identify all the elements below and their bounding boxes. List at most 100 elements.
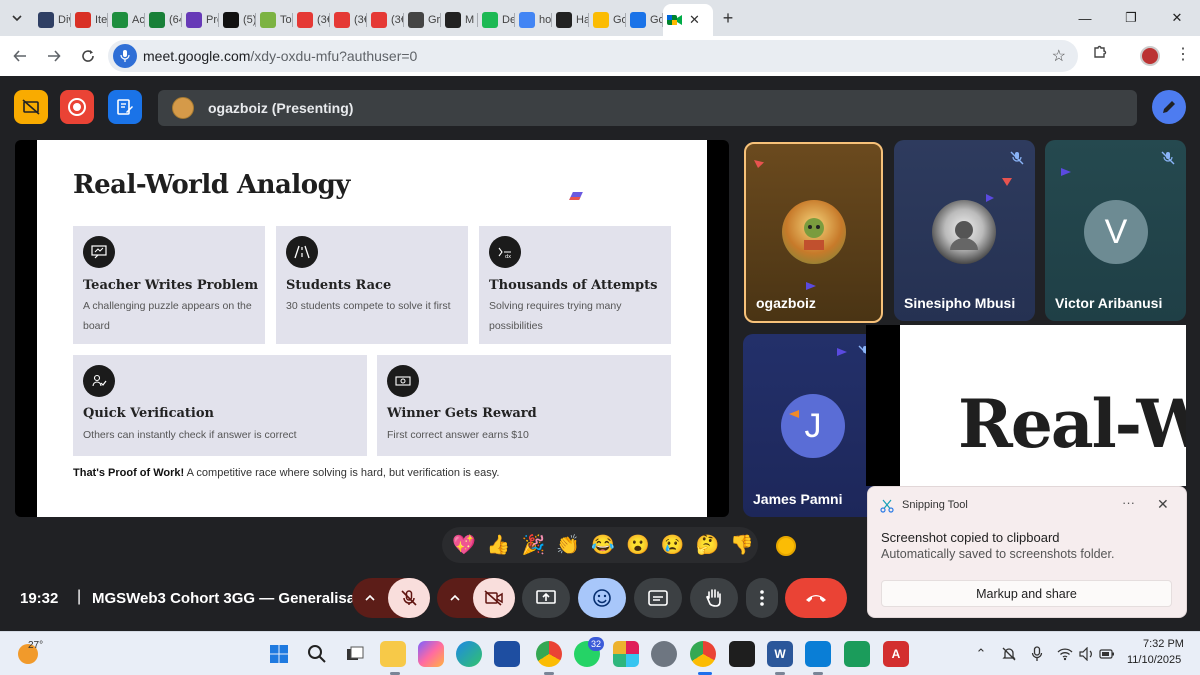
edge-icon[interactable] <box>456 641 482 667</box>
more-options-button[interactable] <box>746 578 778 618</box>
settings-gear-icon[interactable] <box>651 641 677 667</box>
profile-avatar[interactable] <box>1140 46 1160 66</box>
captions-button[interactable] <box>634 578 682 618</box>
reload-button[interactable] <box>72 40 104 72</box>
reaction-emoji[interactable]: 🎉 <box>518 530 550 560</box>
camera-options-button[interactable] <box>437 594 473 602</box>
browser-tab[interactable]: Ite <box>71 6 108 34</box>
preview-slide-text: Real-W <box>958 385 1186 463</box>
chrome-icon[interactable] <box>536 641 562 667</box>
participant-tile-ogazboiz[interactable]: ogazboiz <box>744 142 883 323</box>
tab-label: (3€ <box>317 14 330 26</box>
browser-tab[interactable]: (3€ <box>330 6 367 34</box>
battery-icon[interactable] <box>1098 645 1116 663</box>
tab-label: (3€ <box>391 14 404 26</box>
browser-tab[interactable]: (64 <box>145 6 182 34</box>
copilot-icon[interactable] <box>418 641 444 667</box>
discord-icon <box>38 12 54 28</box>
browser-tab[interactable]: (3€ <box>293 6 330 34</box>
browser-tab[interactable]: (5) <box>219 6 256 34</box>
reload-icon <box>82 50 94 62</box>
participant-tile-james[interactable]: J James Pamni <box>743 334 873 517</box>
reaction-emoji[interactable]: 👎 <box>726 530 758 560</box>
reaction-emoji[interactable]: 🤔 <box>691 530 723 560</box>
bookmark-star-icon[interactable]: ☆ <box>1052 46 1066 66</box>
vscode-icon[interactable] <box>805 641 831 667</box>
browser-tab[interactable]: M <box>441 6 478 34</box>
browser-tab[interactable]: Div <box>34 6 71 34</box>
address-bar[interactable]: meet.google.com/xdy-oxdu-mfu?authuser=0 … <box>108 40 1078 72</box>
reaction-emoji[interactable]: 😂 <box>587 530 619 560</box>
tab-label: De <box>502 14 515 26</box>
reactions-button[interactable] <box>578 578 626 618</box>
card-desc: Others can instantly check if answer is … <box>83 429 297 441</box>
search-icon[interactable] <box>304 641 330 667</box>
maximize-button[interactable]: ❐ <box>1108 0 1154 36</box>
microphone-toggle-button[interactable] <box>388 578 430 618</box>
browser-tab[interactable]: ho <box>515 6 552 34</box>
browser-tab[interactable]: De <box>478 6 515 34</box>
participant-tile-victor[interactable]: V Victor Aribanusi <box>1045 140 1186 321</box>
notifications-off-icon[interactable] <box>1000 645 1018 663</box>
notes-button[interactable] <box>108 90 142 124</box>
tab-label: Go <box>650 14 663 26</box>
site-info-icon[interactable] <box>113 44 137 68</box>
stop-presenting-button[interactable] <box>14 90 48 124</box>
start-windows-icon[interactable] <box>266 641 292 667</box>
recording-button[interactable] <box>60 90 94 124</box>
taskbar-time[interactable]: 7:32 PM <box>1143 638 1184 650</box>
browser-tab[interactable]: (3€ <box>367 6 404 34</box>
tab-search-button[interactable] <box>0 0 34 36</box>
extensions-icon[interactable] <box>1092 44 1108 65</box>
browser-tab[interactable]: Go <box>626 6 663 34</box>
taskbar-date[interactable]: 11/10/2025 <box>1127 654 1181 666</box>
mic-options-button[interactable] <box>352 594 388 602</box>
notification-close-icon[interactable]: ✕ <box>1157 496 1169 513</box>
reaction-emoji[interactable]: 😢 <box>657 530 689 560</box>
figma-icon[interactable] <box>729 641 755 667</box>
browser-tab[interactable]: To <box>256 6 293 34</box>
annotate-button[interactable] <box>1152 90 1186 124</box>
browser-tab[interactable]: Go <box>589 6 626 34</box>
reaction-emoji[interactable]: 👏 <box>552 530 584 560</box>
browser-tab[interactable]: Pro <box>182 6 219 34</box>
store-icon[interactable] <box>494 641 520 667</box>
task-view-icon[interactable] <box>342 641 368 667</box>
chrome-profile-icon[interactable] <box>690 641 716 667</box>
minimize-button[interactable]: — <box>1062 0 1108 36</box>
present-screen-button[interactable] <box>522 578 570 618</box>
reaction-emoji[interactable]: 😮 <box>622 530 654 560</box>
reaction-emoji[interactable]: 👍 <box>483 530 515 560</box>
file-explorer-icon[interactable] <box>380 641 406 667</box>
forward-button[interactable] <box>38 40 70 72</box>
whatsapp-badge: 32 <box>588 637 605 651</box>
browser-menu-icon[interactable]: ⋮ <box>1175 44 1191 64</box>
whatsapp-business-icon[interactable] <box>844 641 870 667</box>
new-tab-button[interactable]: + <box>713 0 743 36</box>
tab-google-meet[interactable]: ✕ <box>663 4 713 36</box>
chevron-down-icon <box>12 15 22 22</box>
leave-call-button[interactable] <box>785 578 847 618</box>
reaction-emoji[interactable]: 💖 <box>448 530 480 560</box>
tab-label: Pro <box>206 14 219 26</box>
participant-tile-sinesipho[interactable]: Sinesipho Mbusi <box>894 140 1035 321</box>
markup-and-share-button[interactable]: Markup and share <box>881 580 1172 607</box>
microphone-icon[interactable] <box>1028 645 1046 663</box>
notification-more-button[interactable]: ··· <box>1122 495 1135 510</box>
browser-tab[interactable]: Ha <box>552 6 589 34</box>
slack-icon[interactable] <box>613 641 639 667</box>
volume-icon[interactable] <box>1078 645 1096 663</box>
camera-toggle-button[interactable] <box>473 578 515 618</box>
more-reactions-icon[interactable] <box>776 536 796 556</box>
chevron-up-icon[interactable]: ⌃ <box>972 645 990 663</box>
browser-tab[interactable]: Ac <box>108 6 145 34</box>
close-window-button[interactable]: ✕ <box>1154 0 1200 36</box>
browser-tab[interactable]: Gr <box>404 6 441 34</box>
back-button[interactable] <box>4 40 36 72</box>
close-tab-icon[interactable]: ✕ <box>689 12 700 28</box>
wifi-icon[interactable] <box>1056 645 1074 663</box>
word-icon[interactable]: W <box>767 641 793 667</box>
acrobat-icon[interactable]: A <box>883 641 909 667</box>
raise-hand-button[interactable] <box>690 578 738 618</box>
participant-name: Victor Aribanusi <box>1055 295 1163 311</box>
